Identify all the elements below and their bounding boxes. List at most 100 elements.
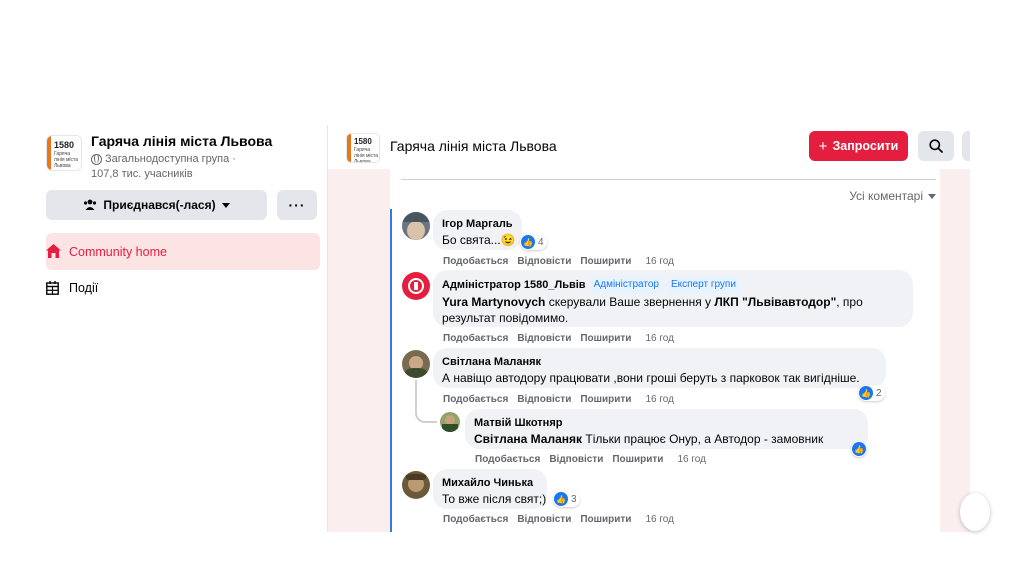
admin-avatar[interactable] [402,272,430,300]
search-icon [929,139,943,153]
org-name: ЛКП "Львівавтодор" [714,295,837,309]
nav-events[interactable]: Події [46,278,98,298]
share-action[interactable]: Поширити [580,394,631,405]
reaction-count[interactable]: 👍 4 [520,234,547,250]
comment-bubble: Матвій Шкотняр Світлана Маланяк Тільки п… [465,409,868,449]
thumbs-up-icon: 👍 [554,492,568,506]
comment-text-part: Тільки працює Онур, а Автодор - замовник [582,432,824,446]
group-logo[interactable]: 1580 Гаряча лінія міста Львова [46,135,82,171]
calendar-icon [46,281,59,295]
reply-action[interactable]: Відповісти [517,333,571,344]
reaction-icon[interactable]: 👍 [851,441,867,457]
group-topbar: 1580 Гаряча лінія міста Львова Гаряча лі… [328,125,970,167]
expert-badge[interactable]: Експерт групи [666,276,740,294]
group-privacy-text: Загальнодоступна група · [105,153,236,165]
reaction-count[interactable]: 👍 2 [858,385,885,401]
reaction-number: 4 [538,236,544,248]
group-privacy: Загальнодоступна група · [91,153,236,165]
share-action[interactable]: Поширити [612,454,663,465]
comment-actions: Подобається Відповісти Поширити 16 год [443,514,674,525]
invite-label: Запросити [832,139,899,153]
avatar[interactable] [402,212,430,240]
comment-bubble: Михайло Чинька То вже після свят;) [433,469,547,509]
comment-author-row: Адміністратор 1580_Львів Адміністратор Е… [442,276,904,294]
reply-action[interactable]: Відповісти [517,256,571,267]
comments-divider [401,179,936,180]
group-members[interactable]: 107,8 тис. учасників [91,168,193,180]
joined-button[interactable]: Приєднався(-лася) [46,190,267,220]
comment-author[interactable]: Ігор Маргаль [442,216,513,232]
group-main: 1580 Гаряча лінія міста Львова Гаряча лі… [327,125,970,532]
more-options-button[interactable]: ··· [277,190,317,220]
comment-author[interactable]: Матвій Шкотняр [474,415,859,431]
reaction-number: 3 [571,493,577,505]
comment-time[interactable]: 16 год [677,454,706,465]
comment-time[interactable]: 16 год [645,394,674,405]
comment-bubble: Адміністратор 1580_Львів Адміністратор Е… [433,270,913,327]
plus-icon: + [818,137,828,155]
nav-community-home[interactable]: Community home [46,233,320,270]
logo-accent-bar [347,134,351,162]
topbar-more-button[interactable] [962,131,970,161]
post-comments-card: Усі коментарі Ігор Маргаль Бо свята...😉 … [390,169,940,532]
comment-bubble: Світлана Маланяк А навіщо автодору працю… [433,348,886,388]
comment-text-part: скерували Ваше звернення у [545,295,715,309]
comment-bubble: Ігор Маргаль Бо свята...😉 [433,210,522,250]
floating-chat-button[interactable] [960,493,990,531]
reaction-number: 2 [876,387,882,399]
wink-emoji: 😉 [500,233,516,247]
group-name[interactable]: Гаряча лінія міста Львова [91,133,272,149]
like-action[interactable]: Подобається [475,454,540,465]
share-action[interactable]: Поширити [580,333,631,344]
reply-action[interactable]: Відповісти [517,514,571,525]
comment-author[interactable]: Адміністратор 1580_Львів [442,277,586,293]
reaction-count[interactable]: 👍 3 [553,491,580,507]
thumbs-up-icon: 👍 [852,442,866,456]
avatar[interactable] [440,412,460,432]
comment-text-part: , про [836,295,863,309]
home-icon [46,244,61,258]
logo-subtitle: Гаряча лінія міста Львова [354,147,379,163]
invite-button[interactable]: + Запросити [809,131,908,161]
comment-time[interactable]: 16 год [645,514,674,525]
reply-connector [415,380,437,423]
share-action[interactable]: Поширити [580,514,631,525]
nav-events-label: Події [69,281,99,295]
comment-author[interactable]: Світлана Маланяк [442,354,877,370]
comment-time[interactable]: 16 год [645,256,674,267]
comment-text: А навіщо автодору працювати ,вони гроші … [442,371,860,385]
logo-number: 1580 [54,140,75,150]
like-action[interactable]: Подобається [443,394,508,405]
comment-actions: Подобається Відповісти Поширити 16 год [443,256,674,267]
comment-text-body: Бо свята... [442,233,501,247]
reply-action[interactable]: Відповісти [549,454,603,465]
comment-actions: Подобається Відповісти Поширити 16 год [475,454,706,465]
logo-accent-bar [47,136,51,170]
chevron-down-icon [221,202,230,208]
comment-author[interactable]: Михайло Чинька [442,475,538,491]
mention-link[interactable]: Yura Martynovych [442,295,545,309]
like-action[interactable]: Подобається [443,256,508,267]
comment-text-line2: результат повідомимо. [442,311,569,325]
reply-action[interactable]: Відповісти [517,394,571,405]
thumbs-up-icon: 👍 [521,235,535,249]
comment-text: Бо свята...😉 [442,232,516,248]
share-action[interactable]: Поширити [580,256,631,267]
avatar[interactable] [402,471,430,499]
logo-number: 1580 [354,137,372,146]
comment-sort-dropdown[interactable]: Усі коментарі [849,189,936,203]
topbar-group-logo[interactable]: 1580 Гаряча лінія міста Львова [346,133,380,163]
mention-link[interactable]: Світлана Маланяк [474,432,582,446]
logo-subtitle: Гаряча лінія міста Львова [54,151,79,169]
avatar[interactable] [402,350,430,378]
comment-actions: Подобається Відповісти Поширити 16 год [443,333,674,344]
like-action[interactable]: Подобається [443,514,508,525]
like-action[interactable]: Подобається [443,333,508,344]
topbar-title[interactable]: Гаряча лінія міста Львова [390,138,557,154]
admin-badge[interactable]: Адміністратор [589,276,663,294]
comment-time[interactable]: 16 год [645,333,674,344]
search-button[interactable] [918,131,954,161]
chevron-down-icon [928,193,936,199]
thumbs-up-icon: 👍 [859,386,873,400]
thread-line [390,209,392,532]
